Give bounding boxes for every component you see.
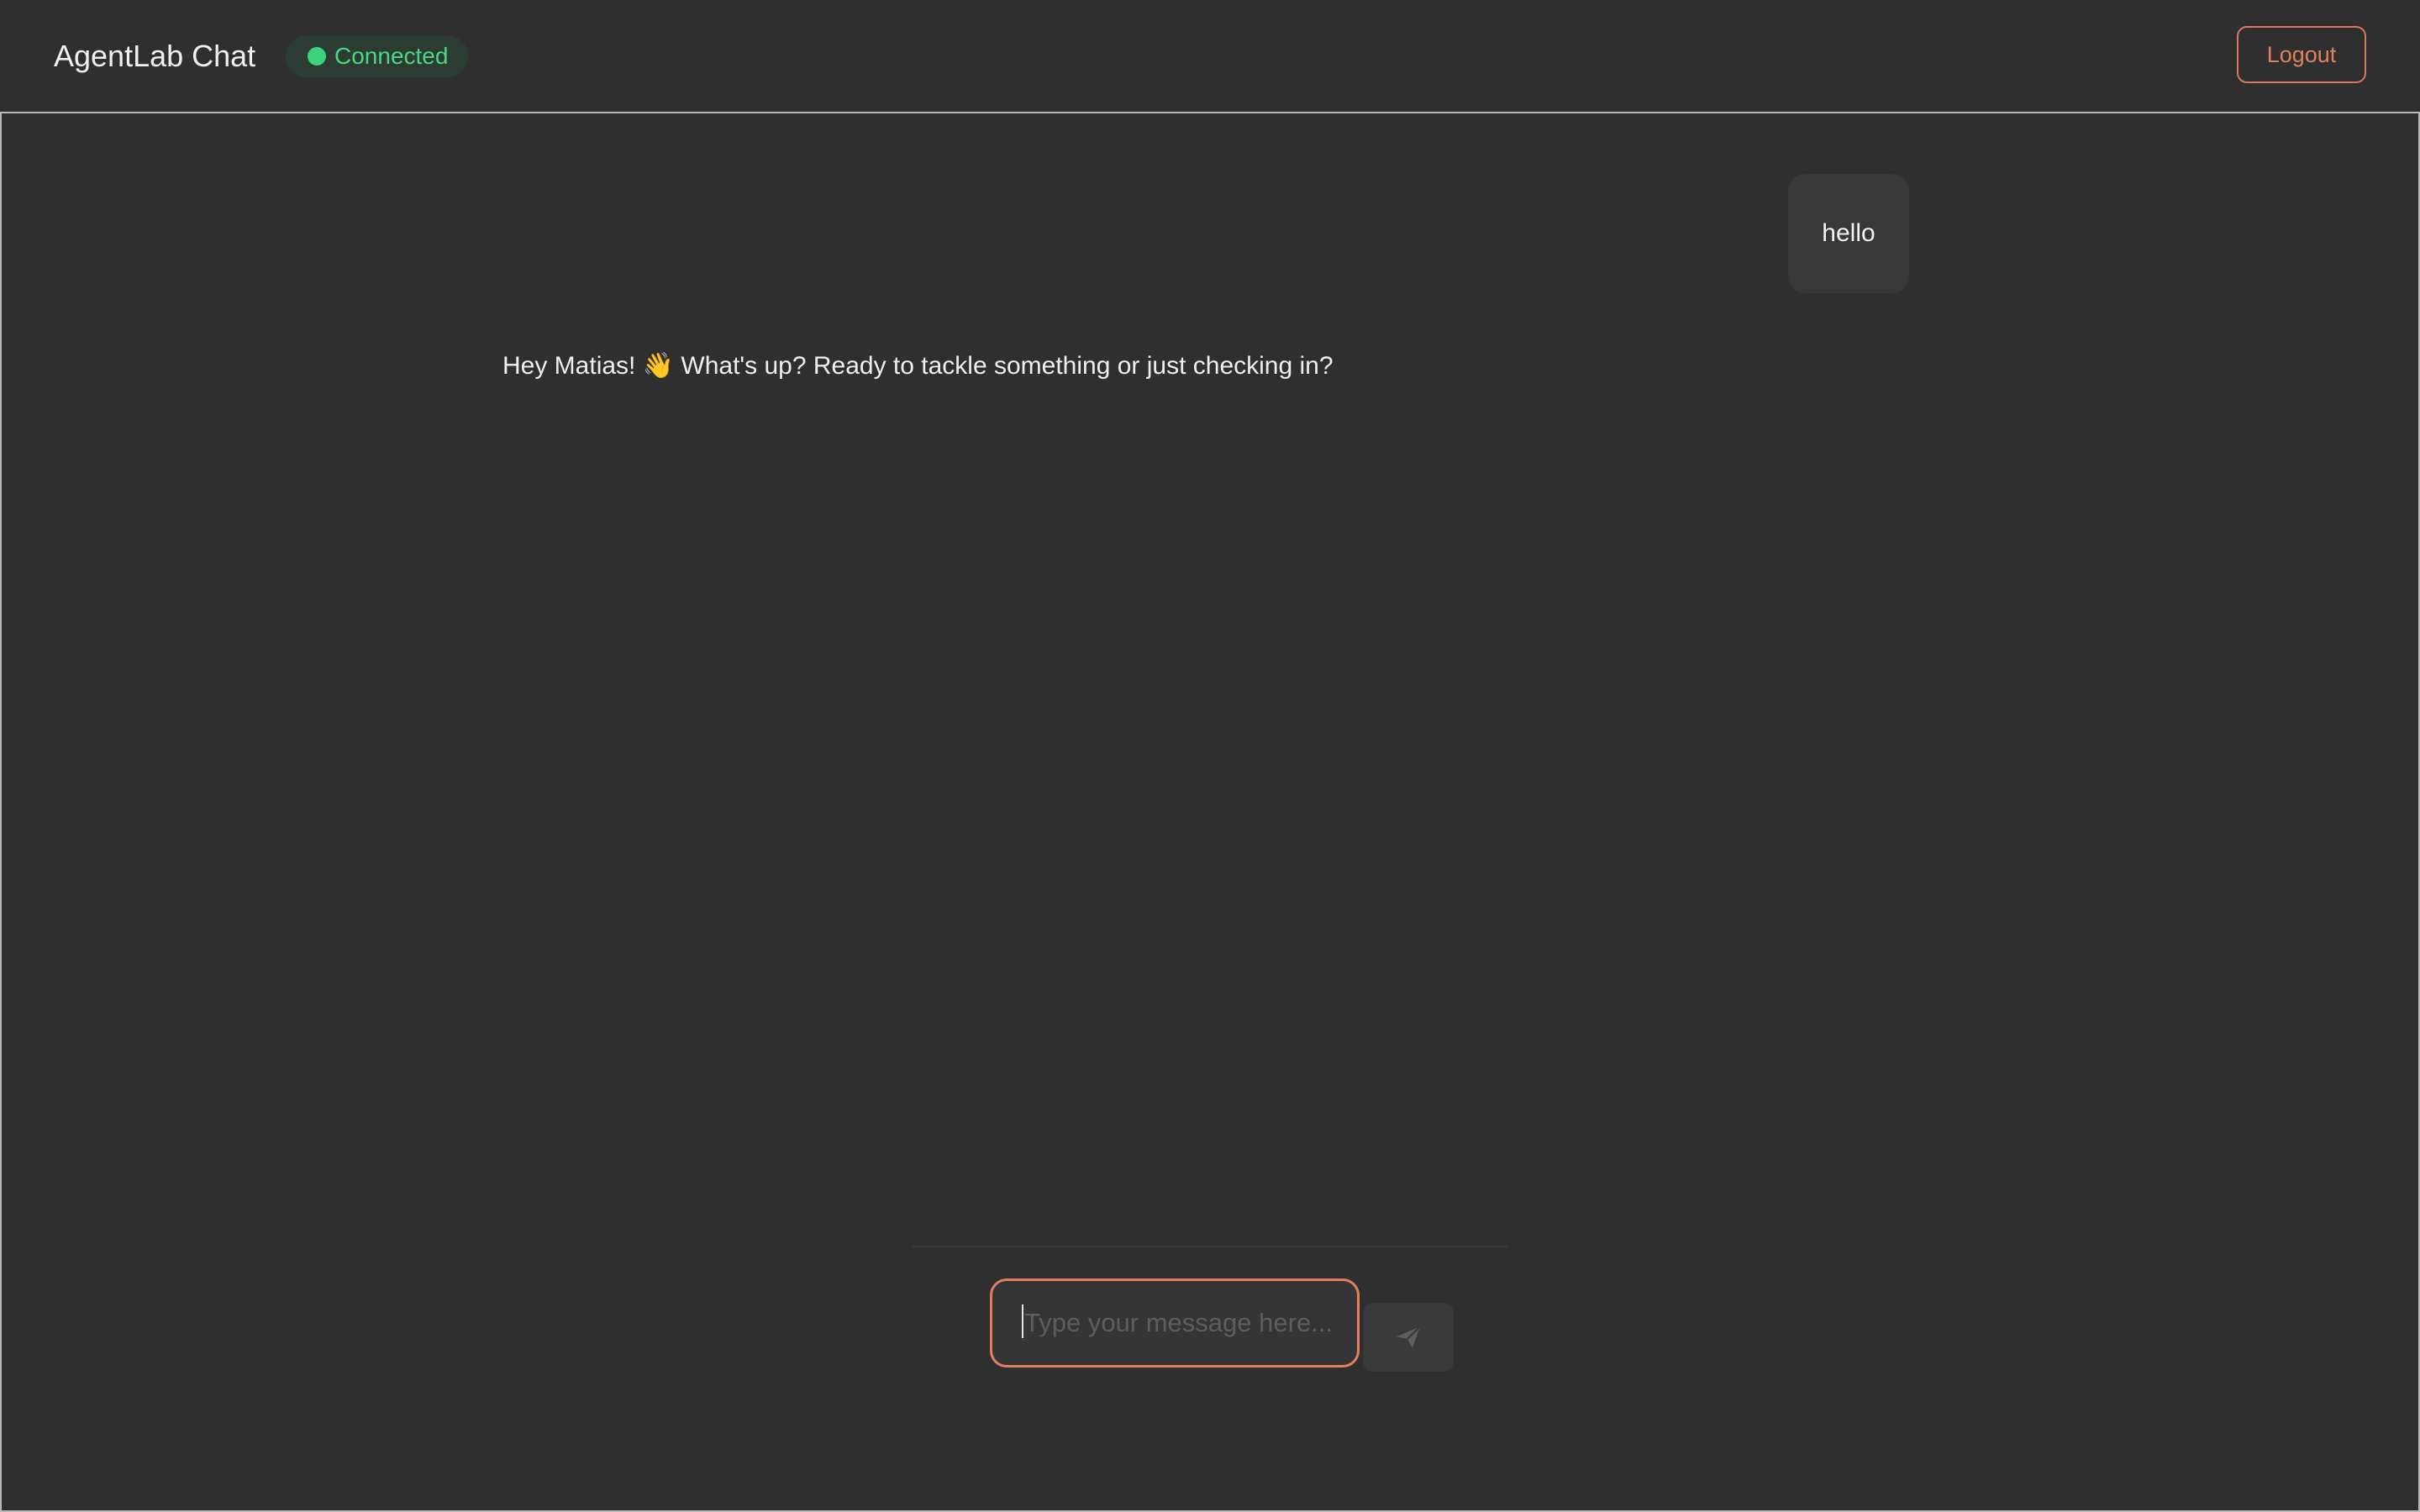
app-window: AgentLab Chat Connected Logout hello Hey… (0, 0, 2420, 1512)
composer-divider (913, 1246, 1507, 1247)
assistant-message-text: Hey Matias! 👋 What's up? Ready to tackle… (502, 352, 1334, 380)
app-title: AgentLab Chat (54, 39, 256, 73)
send-button[interactable] (1363, 1303, 1454, 1372)
connection-status-label: Connected (334, 43, 449, 69)
header-bar: AgentLab Chat Connected Logout (0, 0, 2420, 113)
connection-status-badge: Connected (286, 35, 469, 77)
message-input[interactable] (990, 1278, 1360, 1368)
logout-button[interactable]: Logout (2237, 26, 2366, 83)
user-message-text: hello (1822, 219, 1876, 247)
user-message-bubble: hello (1788, 174, 1909, 293)
status-dot-icon (308, 47, 326, 66)
text-caret (1022, 1305, 1023, 1338)
send-icon (1396, 1326, 1421, 1348)
